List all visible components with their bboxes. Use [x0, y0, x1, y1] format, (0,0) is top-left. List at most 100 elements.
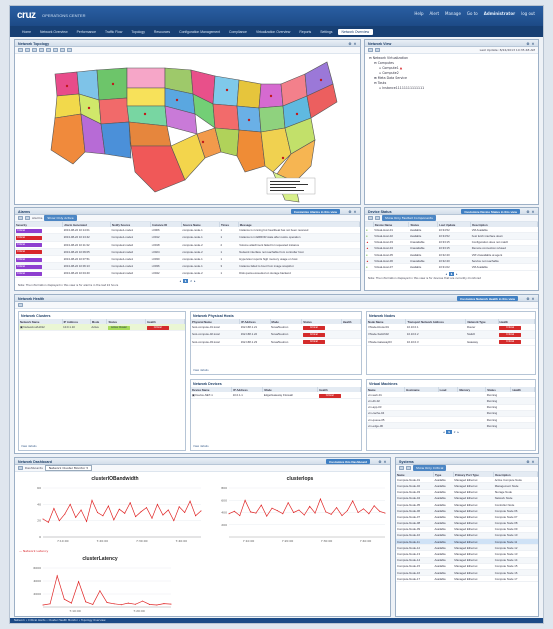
pager-page[interactable]: 2 — [190, 279, 192, 283]
details-link[interactable]: View details — [193, 445, 209, 448]
header-link-manage[interactable]: Manage — [445, 11, 461, 16]
header-link-help[interactable]: Help — [414, 11, 423, 16]
zoom-in-icon[interactable] — [18, 48, 23, 52]
customize-health-button[interactable]: Customize Network Health in this view — [457, 296, 518, 301]
table-row[interactable]: Critical 2013-08-22 10:07:51 Compute1-node… — [15, 255, 360, 264]
refresh-icon[interactable] — [60, 48, 65, 52]
device-filter-pill[interactable]: Show Only Faulted Components — [382, 215, 436, 221]
nav-item-network-overview[interactable]: Network Overview — [36, 29, 72, 35]
link-icon[interactable] — [53, 48, 58, 52]
panel-controls-icon[interactable]: ⚙ ✕ — [526, 42, 535, 46]
nav-item-traffic-flow[interactable]: Traffic Flow — [101, 29, 126, 35]
pager-page[interactable]: 2 — [454, 430, 456, 434]
data-point — [127, 602, 129, 604]
table-row[interactable]: host-compute-03.local 192.168.1.23 Nova/Ne… — [191, 338, 361, 346]
app-logo[interactable]: cruz — [17, 10, 36, 21]
refresh-icon[interactable] — [18, 303, 23, 307]
table-row[interactable]: Critical 2013-08-22 10:06:13 Compute1-node… — [15, 262, 360, 271]
details-link[interactable]: View details — [193, 369, 209, 372]
pager-page[interactable]: 1 — [446, 430, 452, 435]
nav-item-performance[interactable]: Performance — [73, 29, 100, 35]
table-row[interactable]: VNode-Switch02 10.10.0.2 Switch Critical — [367, 330, 535, 339]
pager-next-icon[interactable]: ▸ — [194, 279, 196, 283]
logout-link[interactable]: log out — [521, 11, 535, 16]
details-link[interactable]: View details — [21, 445, 37, 448]
table-row[interactable]: VNode-Router01 10.10.0.1 Router Critical — [367, 324, 535, 332]
table-row[interactable]: host-compute-02.local 192.168.1.22 Nova/Ne… — [191, 330, 361, 339]
data-point — [170, 603, 172, 605]
severity-badge: Critical — [16, 250, 42, 255]
pager-prev-icon[interactable]: ◂ — [179, 279, 181, 283]
table-row[interactable]: ● Virtual-Host-07 Available 10:31:02 VM Avai… — [365, 263, 538, 271]
table-row[interactable]: vm-edge-06 Running — [367, 422, 535, 430]
select-icon[interactable] — [39, 48, 44, 52]
pager-page[interactable]: 1 — [448, 271, 455, 276]
nav-item-active[interactable]: Network Overview — [337, 28, 374, 35]
edit-icon[interactable] — [375, 48, 380, 52]
systems-filter-pill[interactable]: Show Only Critical — [413, 465, 447, 471]
nav-item-resources[interactable]: Resources — [150, 29, 174, 35]
vms-title: Virtual Machines — [369, 381, 398, 386]
nav-item-settings[interactable]: Settings — [316, 29, 336, 35]
pager-next-icon[interactable]: ▸ — [458, 430, 460, 434]
customize-device-button[interactable]: Customize Device Status in this view — [461, 209, 520, 214]
nav-item-home[interactable]: Home — [18, 29, 35, 35]
table-row[interactable]: Critical 2013-08-22 10:11:32 Compute2-node… — [15, 241, 360, 249]
table-row[interactable]: ▣ Device-NET-1 10.0.1.1 Edge/Gateway Fir… — [191, 392, 361, 400]
refresh-icon[interactable] — [368, 48, 373, 52]
table-row[interactable]: Critical 2013-08-22 10:13:42 Compute1-node… — [15, 233, 360, 242]
header-link-alert[interactable]: Alert — [429, 11, 439, 16]
panel-controls-icon[interactable]: ⚙ ✕ — [526, 460, 535, 464]
table-row[interactable]: Critical 2013-08-22 10:09:05 Compute2-node… — [15, 248, 360, 256]
refresh-icon[interactable] — [18, 216, 23, 220]
export-icon[interactable] — [67, 48, 72, 52]
chart-svg[interactable]: 800 600 400 200 7:10:00 7:20:00 7:30:00 7:40:00 — [211, 476, 389, 546]
cell: i-0024 — [150, 248, 182, 256]
table-row[interactable]: ▣ Network-HA1012 10.0.1.10 Active Active… — [19, 324, 185, 332]
cell: 2013-08-22 10:09:05 — [62, 248, 111, 256]
pager-prev-icon[interactable]: ◂ — [445, 272, 447, 276]
panel-controls-icon[interactable]: ⚙ ✕ — [348, 210, 357, 214]
nav-item-compliance[interactable]: Compliance — [225, 29, 251, 35]
pager-prev-icon[interactable]: ◂ — [443, 430, 445, 434]
pager-page[interactable]: 1 — [182, 278, 189, 283]
refresh-icon[interactable] — [368, 216, 373, 220]
nav-item-configuration[interactable]: Configuration Management — [175, 29, 224, 35]
edit-icon[interactable] — [406, 466, 411, 470]
panel-controls-icon[interactable]: ⚙ ✕ — [526, 297, 535, 301]
panel-controls-icon[interactable]: ⚙ ✕ — [348, 42, 357, 46]
refresh-icon[interactable] — [399, 466, 404, 470]
header-link-goto[interactable]: Go to — [467, 11, 478, 16]
table-row[interactable]: Compute-Node-17 Available Managed Ethernet… — [396, 575, 538, 583]
customize-dashboard-button[interactable]: Customize this Dashboard — [326, 459, 370, 464]
nav-item-reports[interactable]: Reports — [295, 29, 315, 35]
panel-controls-icon[interactable]: ⚙ ✕ — [526, 210, 535, 214]
chart-svg[interactable]: 6000 4000 2000 7:10:00 7:20:00 — [25, 556, 175, 616]
vms-table: Name Hostname Load Memory Status Health … — [367, 387, 535, 430]
y-tick-label: 400 — [221, 511, 227, 515]
nav-item-virtualization[interactable]: Virtualization Overview — [252, 29, 294, 35]
dashboard-select[interactable]: Network Cluster Monitor ▾ — [44, 465, 92, 471]
nav-item-topology[interactable]: Topology — [127, 29, 149, 35]
user-name[interactable]: Administrator — [484, 11, 515, 16]
table-row[interactable]: VNode-Gateway03 10.10.0.3 Gateway Critical — [367, 338, 535, 346]
table-row[interactable]: host-compute-01.local 192.168.1.21 Nova/Ne… — [191, 324, 361, 332]
edit-icon[interactable] — [25, 216, 30, 220]
refresh-icon[interactable] — [18, 466, 23, 470]
chart-svg[interactable]: 60 40 20 0 7:10:00 7:20:00 7:30:00 7:40:00 — [25, 476, 205, 546]
us-map[interactable] — [15, 54, 360, 204]
alarms-filter-pill[interactable]: Show Only Active — [44, 215, 77, 221]
alarms-toolbar: Alarms Show Only Active — [15, 215, 360, 222]
table-row[interactable]: Critical 2013-08-22 10:04:40 Compute2-node… — [15, 269, 360, 278]
tree-node[interactable]: ▫ Instance11111111111111 — [369, 86, 534, 91]
pan-icon[interactable] — [46, 48, 51, 52]
device-table: Device Name Status Last Update Descripti… — [365, 222, 538, 271]
edit-icon[interactable] — [375, 216, 380, 220]
zoom-out-icon[interactable] — [25, 48, 30, 52]
panel-controls-icon[interactable]: ⚙ ✕ — [378, 460, 387, 464]
cell: Critical — [15, 241, 63, 249]
fit-icon[interactable] — [32, 48, 37, 52]
table-row[interactable]: Critical 2013-08-22 10:14:01 Compute1-node… — [15, 227, 360, 235]
customize-alarms-button[interactable]: Customize Alarms in this view — [290, 209, 340, 214]
pager-next-icon[interactable]: ▸ — [456, 272, 458, 276]
